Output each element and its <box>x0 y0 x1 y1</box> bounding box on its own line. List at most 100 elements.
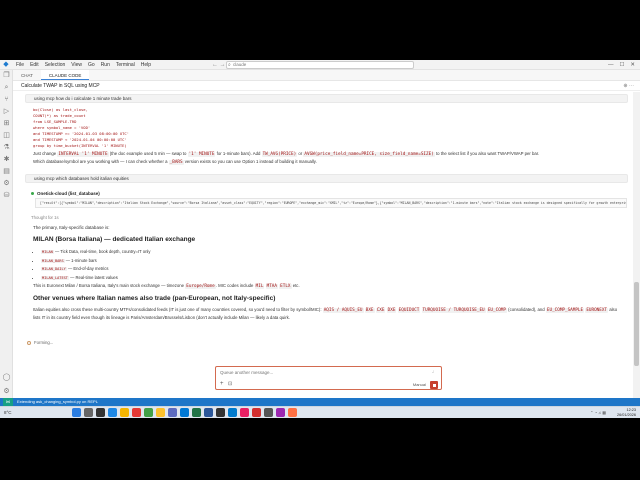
scrollbar-thumb[interactable] <box>634 282 639 366</box>
teams-icon[interactable] <box>168 408 177 417</box>
minimize-icon[interactable]: — <box>605 60 617 70</box>
text-span: Italian equities also cross these multi-… <box>33 307 323 312</box>
mic-icon[interactable]: ♩ <box>432 369 437 375</box>
weather-widget[interactable]: 8°C <box>4 408 12 418</box>
chrome-icon[interactable] <box>156 408 165 417</box>
remote-indicator-icon[interactable]: ⋈ <box>3 398 13 406</box>
app-icon[interactable] <box>288 408 297 417</box>
panel-tabs: CHAT CLAUDE CODE <box>13 70 640 81</box>
terminal-icon[interactable] <box>216 408 225 417</box>
source-control-icon[interactable]: ⑂ <box>0 94 13 106</box>
user-message: using mcp which databases hold italian e… <box>25 174 628 183</box>
inline-code: EU_COMP <box>486 308 507 313</box>
milan-database-list: MILAN — Tick Data, real-time, book depth… <box>41 248 150 282</box>
tool-call-header[interactable]: Onetick-cloud (list_database) <box>31 190 100 197</box>
text-span: — Real-time latest values <box>68 274 118 280</box>
explorer-icon[interactable]: ❐ <box>0 70 13 82</box>
excel-icon[interactable] <box>192 408 201 417</box>
menu-help[interactable]: Help <box>138 60 154 70</box>
add-context-icon[interactable]: + <box>220 381 224 388</box>
pdf-icon[interactable] <box>252 408 261 417</box>
menu-view[interactable]: View <box>68 60 85 70</box>
stop-button[interactable] <box>430 381 438 389</box>
status-bar: ⋈ Extending ask_changing_symbol.py on REP… <box>0 398 640 406</box>
app-icon[interactable] <box>240 408 249 417</box>
settings-gear-icon[interactable]: ⚙ <box>0 386 13 398</box>
outlook-icon[interactable] <box>180 408 189 417</box>
window-controls: — ☐ ✕ <box>605 60 638 70</box>
nav-arrows-icon[interactable]: ← → <box>212 60 226 70</box>
inline-code: EU_COMP_SAMPLE <box>545 308 585 313</box>
assistant-paragraph: Which database/symbol are you working wi… <box>33 158 317 166</box>
inline-code: INTERVAL '1' MINUTE <box>57 152 109 157</box>
file-explorer-icon[interactable] <box>120 408 129 417</box>
menu-go[interactable]: Go <box>85 60 98 70</box>
close-icon[interactable]: ✕ <box>627 60 638 70</box>
chat-transcript: using mcp how do i calculate 1 minute tr… <box>13 92 633 408</box>
inline-code: MILAN_DAILY <box>41 267 67 271</box>
docker-icon[interactable]: ▤ <box>0 166 13 178</box>
search-activity-icon[interactable]: ⌕ <box>0 82 13 94</box>
tool-result-json: ["result":[{"symbol":"MILAN","descriptio… <box>35 198 627 208</box>
menu-terminal[interactable]: Terminal <box>113 60 138 70</box>
text-span: (consolidated), and <box>506 307 546 312</box>
command-center-search[interactable]: ⌕ claude <box>226 61 414 69</box>
menu-file[interactable]: File <box>13 60 27 70</box>
text-span: . MIC codes include <box>215 283 255 288</box>
attach-icon[interactable]: ⊡ <box>228 381 232 388</box>
python-icon[interactable]: ⚙ <box>0 178 13 190</box>
extensions-icon[interactable]: ⊞ <box>0 118 13 130</box>
menu-run[interactable]: Run <box>98 60 113 70</box>
inline-code: BXE <box>364 308 375 313</box>
message-placeholder[interactable]: Queue another message... <box>220 370 273 375</box>
text-span: for 1-minute bars). Add <box>215 151 262 156</box>
taskbar-clock[interactable]: 12:23 26/01/2026 <box>617 408 636 418</box>
app-icon[interactable] <box>276 408 285 417</box>
chat-scrollbar[interactable] <box>633 92 640 408</box>
text-span: Just change <box>33 151 58 156</box>
tab-chat[interactable]: CHAT <box>13 70 41 80</box>
run-debug-icon[interactable]: ▷ <box>0 106 13 118</box>
claude-icon[interactable]: ✱ <box>0 154 13 166</box>
search-taskbar-icon[interactable] <box>84 408 93 417</box>
db-icon[interactable]: ⛁ <box>0 190 13 202</box>
inline-code: TW_AVG(PRICE) <box>261 152 298 157</box>
app-icon[interactable] <box>144 408 153 417</box>
tab-claude-code[interactable]: CLAUDE CODE <box>40 70 90 80</box>
forming-text: Forming... <box>34 340 54 345</box>
vscode-taskbar-icon[interactable] <box>228 408 237 417</box>
maximize-icon[interactable]: ☐ <box>616 60 627 70</box>
inline-code: DXE <box>386 308 397 313</box>
task-view-icon[interactable] <box>96 408 105 417</box>
inline-code: AQIS / AQUIS_EU <box>322 308 364 313</box>
app-icon[interactable] <box>264 408 273 417</box>
menu-selection[interactable]: Selection <box>42 60 69 70</box>
list-item: MILAN_DAILY — End-of-day metrics <box>41 265 150 274</box>
assistant-line: The primary, Italy-specific database is: <box>33 225 110 230</box>
inline-code: MILAN <box>41 250 54 254</box>
word-icon[interactable] <box>204 408 213 417</box>
inline-code: MILAN_LATEST <box>41 275 69 280</box>
mode-selector[interactable]: Manual <box>413 382 426 388</box>
app-icon[interactable] <box>132 408 141 417</box>
text-span: — 1-minute bars <box>64 257 97 263</box>
menu-edit[interactable]: Edit <box>27 60 42 70</box>
start-icon[interactable] <box>72 408 81 417</box>
conversation-controls-icon[interactable]: ⊕ ⋯ <box>623 81 634 91</box>
edge-icon[interactable] <box>108 408 117 417</box>
assistant-paragraph: This is Euronext Milan / Borsa Italiana,… <box>33 282 300 290</box>
thought-indicator[interactable]: Thought for 1s <box>31 214 59 221</box>
inline-code: CXE <box>375 308 386 313</box>
remote-icon[interactable]: ◫ <box>0 130 13 142</box>
search-text: claude <box>233 62 247 67</box>
inline-code: '1' MINUTE <box>187 152 216 157</box>
testing-icon[interactable]: ⚗ <box>0 142 13 154</box>
taskbar-apps <box>72 408 300 417</box>
inline-code: AVGW(price_field_name=PRICE, size_field_… <box>303 152 435 157</box>
conversation-title: Calculate TWAP in SQL using MCP <box>21 83 100 89</box>
account-icon[interactable]: ◯ <box>0 372 13 384</box>
heading-other-venues: Other venues where Italian names also tr… <box>33 295 276 302</box>
system-tray-icons[interactable]: ⌃ ◔ ♫ ▦ <box>590 408 606 418</box>
inline-code: Europe/Rome <box>185 284 216 289</box>
message-input[interactable]: Queue another message... ♩ + ⊡ Manual <box>215 366 442 390</box>
